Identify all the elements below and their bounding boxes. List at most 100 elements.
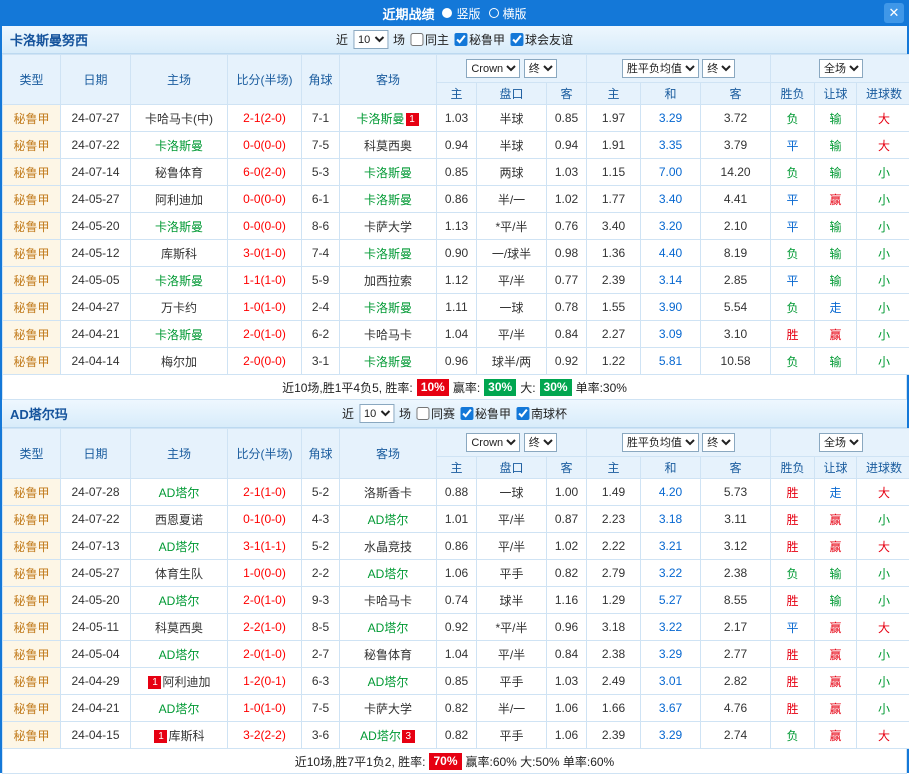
close-icon[interactable]: ✕	[884, 3, 904, 23]
home-team-cell: 秘鲁体育	[131, 159, 228, 186]
handicap-cell: 一球	[477, 479, 547, 506]
filter-checkbox-option[interactable]: 南球杯	[516, 405, 567, 422]
date-cell: 24-07-22	[61, 506, 131, 533]
home-team-name: AD塔尔	[159, 486, 200, 500]
filter-checkbox[interactable]	[410, 33, 423, 46]
goals-result-cell: 小	[857, 695, 909, 722]
odds-company-select[interactable]: Crown	[466, 59, 520, 78]
col-corner: 角球	[302, 55, 340, 105]
score-cell: 1-0(1-0)	[228, 695, 302, 722]
handicap-result-cell: 赢	[815, 506, 857, 533]
result-cell: 平	[771, 213, 815, 240]
result-cell: 平	[771, 132, 815, 159]
col-europe-home: 主	[587, 83, 641, 105]
summary-text: 赢率:	[453, 379, 480, 396]
filter-checkbox[interactable]	[510, 33, 523, 46]
filter-checkbox-option[interactable]: 秘鲁甲	[454, 31, 505, 48]
league-cell: 秘鲁甲	[3, 533, 61, 560]
filter-checkbox[interactable]	[454, 33, 467, 46]
corner-cell: 8-6	[302, 213, 340, 240]
europe-home-odds-cell: 2.27	[587, 321, 641, 348]
col-europe-home: 主	[587, 457, 641, 479]
goals-result-cell: 小	[857, 348, 909, 375]
score-cell: 2-2(1-0)	[228, 614, 302, 641]
date-cell: 24-07-22	[61, 132, 131, 159]
europe-odds-select[interactable]: 胜平负均值	[622, 433, 699, 452]
asian-home-odds-cell: 1.01	[437, 506, 477, 533]
odds-company-select[interactable]: Crown	[466, 433, 520, 452]
europe-draw-odds-cell: 3.40	[641, 186, 701, 213]
layout-horizontal-radio[interactable]: 横版	[489, 5, 527, 22]
match-count-select[interactable]: 10	[353, 30, 388, 49]
europe-away-odds-cell: 8.19	[701, 240, 771, 267]
score-cell: 1-0(1-0)	[228, 294, 302, 321]
scope-select[interactable]: 全场	[819, 433, 863, 452]
away-team-name: 科莫西奥	[364, 139, 412, 153]
filter-checkbox-option[interactable]: 同主	[410, 31, 449, 48]
home-team-name: 卡洛斯曼	[155, 328, 203, 342]
odds-time-select[interactable]: 终	[524, 59, 557, 78]
league-cell: 秘鲁甲	[3, 560, 61, 587]
europe-draw-odds-cell: 3.21	[641, 533, 701, 560]
home-team-name: AD塔尔	[159, 594, 200, 608]
percentage-badge: 30%	[540, 379, 572, 396]
home-team-cell: 西恩夏诺	[131, 506, 228, 533]
summary-bar: 近10场,胜7平1负2, 胜率:70%赢率:60% 大:50% 单率:60%	[2, 749, 907, 774]
filter-checkbox[interactable]	[416, 407, 429, 420]
europe-away-odds-cell: 3.12	[701, 533, 771, 560]
home-team-name: 阿利迪加	[162, 675, 210, 689]
europe-odds-header: 胜平负均值 终	[587, 429, 771, 457]
europe-draw-odds-cell: 3.90	[641, 294, 701, 321]
handicap-result-cell: 赢	[815, 321, 857, 348]
europe-home-odds-cell: 1.91	[587, 132, 641, 159]
col-asian-away: 客	[547, 457, 587, 479]
sections-container: 卡洛斯曼努西 近10场同主秘鲁甲球会友谊 类型 日期 主场 比分(半场) 角球 …	[2, 26, 907, 774]
match-count-select[interactable]: 10	[359, 404, 394, 423]
away-team-name: AD塔尔	[360, 729, 401, 743]
away-team-cell: 卡萨大学	[340, 213, 437, 240]
europe-draw-odds-cell: 3.29	[641, 105, 701, 132]
home-team-cell: 卡洛斯曼	[131, 213, 228, 240]
filter-checkbox[interactable]	[516, 407, 529, 420]
asian-home-odds-cell: 1.04	[437, 641, 477, 668]
odds-time-select[interactable]: 终	[524, 433, 557, 452]
away-team-name: AD塔尔	[368, 621, 409, 635]
handicap-cell: 球半	[477, 587, 547, 614]
col-date: 日期	[61, 55, 131, 105]
filter-checkbox-option[interactable]: 同赛	[416, 405, 455, 422]
result-cell: 负	[771, 159, 815, 186]
home-team-cell: AD塔尔	[131, 533, 228, 560]
corner-cell: 9-3	[302, 587, 340, 614]
europe-away-odds-cell: 5.73	[701, 479, 771, 506]
layout-vertical-radio[interactable]: 竖版	[442, 5, 480, 22]
europe-draw-odds-cell: 3.22	[641, 614, 701, 641]
handicap-result-cell: 输	[815, 132, 857, 159]
date-cell: 24-07-14	[61, 159, 131, 186]
league-cell: 秘鲁甲	[3, 641, 61, 668]
summary-text: 单率:30%	[576, 379, 627, 396]
red-card-badge: 1	[154, 730, 167, 743]
league-cell: 秘鲁甲	[3, 132, 61, 159]
filter-checkbox-option[interactable]: 球会友谊	[510, 31, 573, 48]
home-team-name: 卡洛斯曼	[155, 220, 203, 234]
corner-cell: 5-3	[302, 159, 340, 186]
filter-checkbox-label: 秘鲁甲	[469, 31, 505, 48]
europe-time-select[interactable]: 终	[702, 433, 735, 452]
home-team-cell: 梅尔加	[131, 348, 228, 375]
europe-time-select[interactable]: 终	[702, 59, 735, 78]
scope-select[interactable]: 全场	[819, 59, 863, 78]
score-cell: 3-1(1-1)	[228, 533, 302, 560]
col-score: 比分(半场)	[228, 429, 302, 479]
home-team-cell: 万卡约	[131, 294, 228, 321]
score-cell: 2-0(1-0)	[228, 587, 302, 614]
away-team-cell: 卡洛斯曼1	[340, 105, 437, 132]
europe-odds-select[interactable]: 胜平负均值	[622, 59, 699, 78]
col-asian-home: 主	[437, 83, 477, 105]
date-cell: 24-05-11	[61, 614, 131, 641]
filter-checkbox-option[interactable]: 秘鲁甲	[460, 405, 511, 422]
col-asian-home: 主	[437, 457, 477, 479]
europe-home-odds-cell: 1.36	[587, 240, 641, 267]
filter-checkbox[interactable]	[460, 407, 473, 420]
asian-home-odds-cell: 0.86	[437, 186, 477, 213]
asian-home-odds-cell: 0.85	[437, 668, 477, 695]
